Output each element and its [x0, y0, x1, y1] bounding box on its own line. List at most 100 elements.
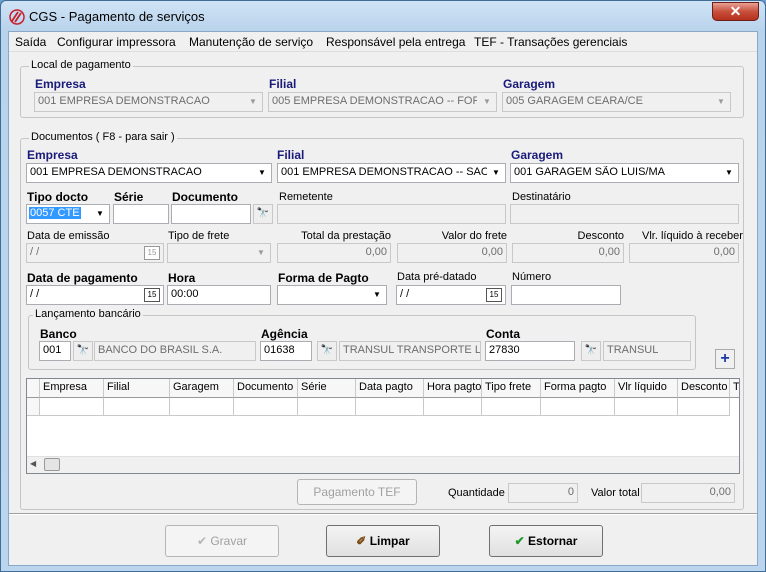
- conta-code-input[interactable]: 27830: [485, 341, 575, 361]
- valor-total-value: 0,00: [641, 483, 735, 503]
- client-area: Saída Configurar impressora Manutenção d…: [8, 31, 758, 566]
- menu-manutencao-servico[interactable]: Manutenção de serviço: [189, 35, 313, 49]
- pagamento-tef-button[interactable]: Pagamento TEF: [297, 479, 417, 505]
- table-row[interactable]: [541, 398, 615, 416]
- payments-grid[interactable]: Empresa Filial Garagem Documento Série D…: [26, 378, 740, 474]
- docs-garagem-select[interactable]: 001 GARAGEM SÃO LUIS/MA ▼: [510, 163, 739, 183]
- estornar-button[interactable]: ✔ Estornar: [489, 525, 603, 557]
- desconto-value: 0,00: [512, 243, 624, 263]
- lancamento-bancario-legend: Lançamento bancário: [33, 308, 143, 320]
- tipo-docto-select[interactable]: 0057 CTE ▼: [26, 204, 110, 224]
- serie-input[interactable]: [113, 204, 169, 224]
- chevron-down-icon: ▼: [492, 168, 500, 177]
- tipo-docto-value: 0057 CTE: [29, 207, 81, 219]
- binoculars-icon[interactable]: 🔭: [73, 341, 93, 361]
- calendar-icon[interactable]: 15: [486, 288, 502, 302]
- local-filial-label: Filial: [269, 77, 297, 91]
- broom-icon: ✐: [356, 534, 370, 548]
- table-row[interactable]: [170, 398, 234, 416]
- gravar-button[interactable]: ✔ Gravar: [165, 525, 279, 557]
- table-row[interactable]: [356, 398, 424, 416]
- data-predatado-input[interactable]: / / 15: [396, 285, 506, 305]
- local-garagem-select[interactable]: 005 GARAGEM CEARA/CE ▼: [502, 92, 731, 112]
- menu-configurar-impressora[interactable]: Configurar impressora: [57, 35, 176, 49]
- valor-total-label: Valor total: [591, 487, 640, 499]
- local-garagem-label: Garagem: [503, 77, 556, 91]
- chevron-down-icon: ▼: [249, 97, 257, 106]
- forma-pagto-select[interactable]: ▼: [277, 285, 387, 305]
- binoculars-icon[interactable]: 🔭: [581, 341, 601, 361]
- binoculars-icon[interactable]: 🔭: [317, 341, 337, 361]
- documento-input[interactable]: [171, 204, 251, 224]
- local-pagamento-legend: Local de pagamento: [29, 59, 133, 71]
- table-row[interactable]: [615, 398, 678, 416]
- limpar-label: Limpar: [369, 534, 410, 548]
- data-pagamento-value: / /: [30, 288, 40, 300]
- valor-frete-label: Valor do frete: [441, 230, 507, 242]
- banco-code-input[interactable]: 001: [39, 341, 71, 361]
- forma-pagto-label: Forma de Pagto: [278, 271, 369, 285]
- docs-garagem-value: 001 GARAGEM SÃO LUIS/MA: [514, 166, 665, 178]
- calendar-icon[interactable]: 15: [144, 288, 160, 302]
- menu-tef[interactable]: TEF - Transações gerenciais: [474, 35, 627, 49]
- grid-header-documento[interactable]: Documento: [234, 379, 298, 398]
- docs-filial-select[interactable]: 001 EMPRESA DEMONSTRACAO -- SAO L ▼: [277, 163, 506, 183]
- local-garagem-value: 005 GARAGEM CEARA/CE: [506, 95, 643, 107]
- quantidade-label: Quantidade: [448, 487, 505, 499]
- grid-header-t[interactable]: T: [730, 379, 739, 398]
- grid-header-serie[interactable]: Série: [298, 379, 356, 398]
- local-filial-select[interactable]: 005 EMPRESA DEMONSTRACAO -- FORT ▼: [268, 92, 497, 112]
- agencia-code-input[interactable]: 01638: [260, 341, 312, 361]
- grid-header-data-pagto[interactable]: Data pagto: [356, 379, 424, 398]
- main-window: CGS - Pagamento de serviços ✕ Saída Conf…: [0, 0, 766, 572]
- window-title: CGS - Pagamento de serviços: [29, 9, 205, 24]
- grid-header-hora-pagto[interactable]: Hora pagto: [424, 379, 482, 398]
- data-pagamento-input[interactable]: / / 15: [26, 285, 164, 305]
- local-filial-value: 005 EMPRESA DEMONSTRACAO -- FORT: [272, 95, 477, 107]
- table-row[interactable]: [298, 398, 356, 416]
- agencia-nome: TRANSUL TRANSPORTE L: [339, 341, 481, 361]
- menu-saida[interactable]: Saída: [15, 35, 46, 49]
- grid-header-filial[interactable]: Filial: [104, 379, 170, 398]
- hora-input[interactable]: 00:00: [167, 285, 271, 305]
- numero-input[interactable]: [511, 285, 621, 305]
- grid-header-desconto[interactable]: Desconto: [678, 379, 730, 398]
- table-row[interactable]: [482, 398, 541, 416]
- serie-label: Série: [114, 190, 144, 204]
- vlr-liquido-label: Vlr. líquido à receber: [642, 230, 743, 242]
- table-row[interactable]: [678, 398, 730, 416]
- scroll-left-icon[interactable]: ◀: [30, 459, 36, 468]
- table-row[interactable]: [40, 398, 104, 416]
- binoculars-icon[interactable]: 🔭: [253, 204, 273, 224]
- grid-header-vlr-liquido[interactable]: Vlr líquido: [615, 379, 678, 398]
- agencia-label: Agência: [261, 327, 308, 341]
- docs-filial-label: Filial: [277, 148, 305, 162]
- table-row[interactable]: [424, 398, 482, 416]
- grid-header-tipo-frete[interactable]: Tipo frete: [482, 379, 541, 398]
- check-icon: ✔: [196, 534, 211, 548]
- grid-header-empresa[interactable]: Empresa: [40, 379, 104, 398]
- local-empresa-value: 001 EMPRESA DEMONSTRACAO: [38, 95, 210, 107]
- docs-empresa-select[interactable]: 001 EMPRESA DEMONSTRACAO ▼: [26, 163, 272, 183]
- docs-empresa-label: Empresa: [27, 148, 78, 162]
- data-emissao-label: Data de emissão: [27, 230, 110, 242]
- data-predatado-label: Data pré-datado: [397, 271, 477, 283]
- limpar-button[interactable]: ✐ Limpar: [326, 525, 440, 557]
- grid-horizontal-scrollbar[interactable]: ◀: [27, 456, 739, 473]
- table-row[interactable]: [104, 398, 170, 416]
- local-empresa-label: Empresa: [35, 77, 86, 91]
- data-emissao-value: / /: [30, 246, 40, 258]
- quantidade-value: 0: [508, 483, 578, 503]
- table-row[interactable]: [234, 398, 298, 416]
- data-pagamento-label: Data de pagamento: [27, 271, 138, 285]
- gravar-label: Gravar: [210, 534, 248, 548]
- grid-header-forma-pagto[interactable]: Forma pagto: [541, 379, 615, 398]
- local-empresa-select[interactable]: 001 EMPRESA DEMONSTRACAO ▼: [34, 92, 263, 112]
- docs-garagem-label: Garagem: [511, 148, 564, 162]
- title-bar: CGS - Pagamento de serviços ✕: [1, 1, 765, 31]
- menu-responsavel-entrega[interactable]: Responsável pela entrega: [326, 35, 465, 49]
- close-button[interactable]: ✕: [712, 2, 759, 21]
- scroll-thumb[interactable]: [44, 458, 60, 471]
- grid-header-garagem[interactable]: Garagem: [170, 379, 234, 398]
- add-lancamento-button[interactable]: +: [715, 349, 735, 369]
